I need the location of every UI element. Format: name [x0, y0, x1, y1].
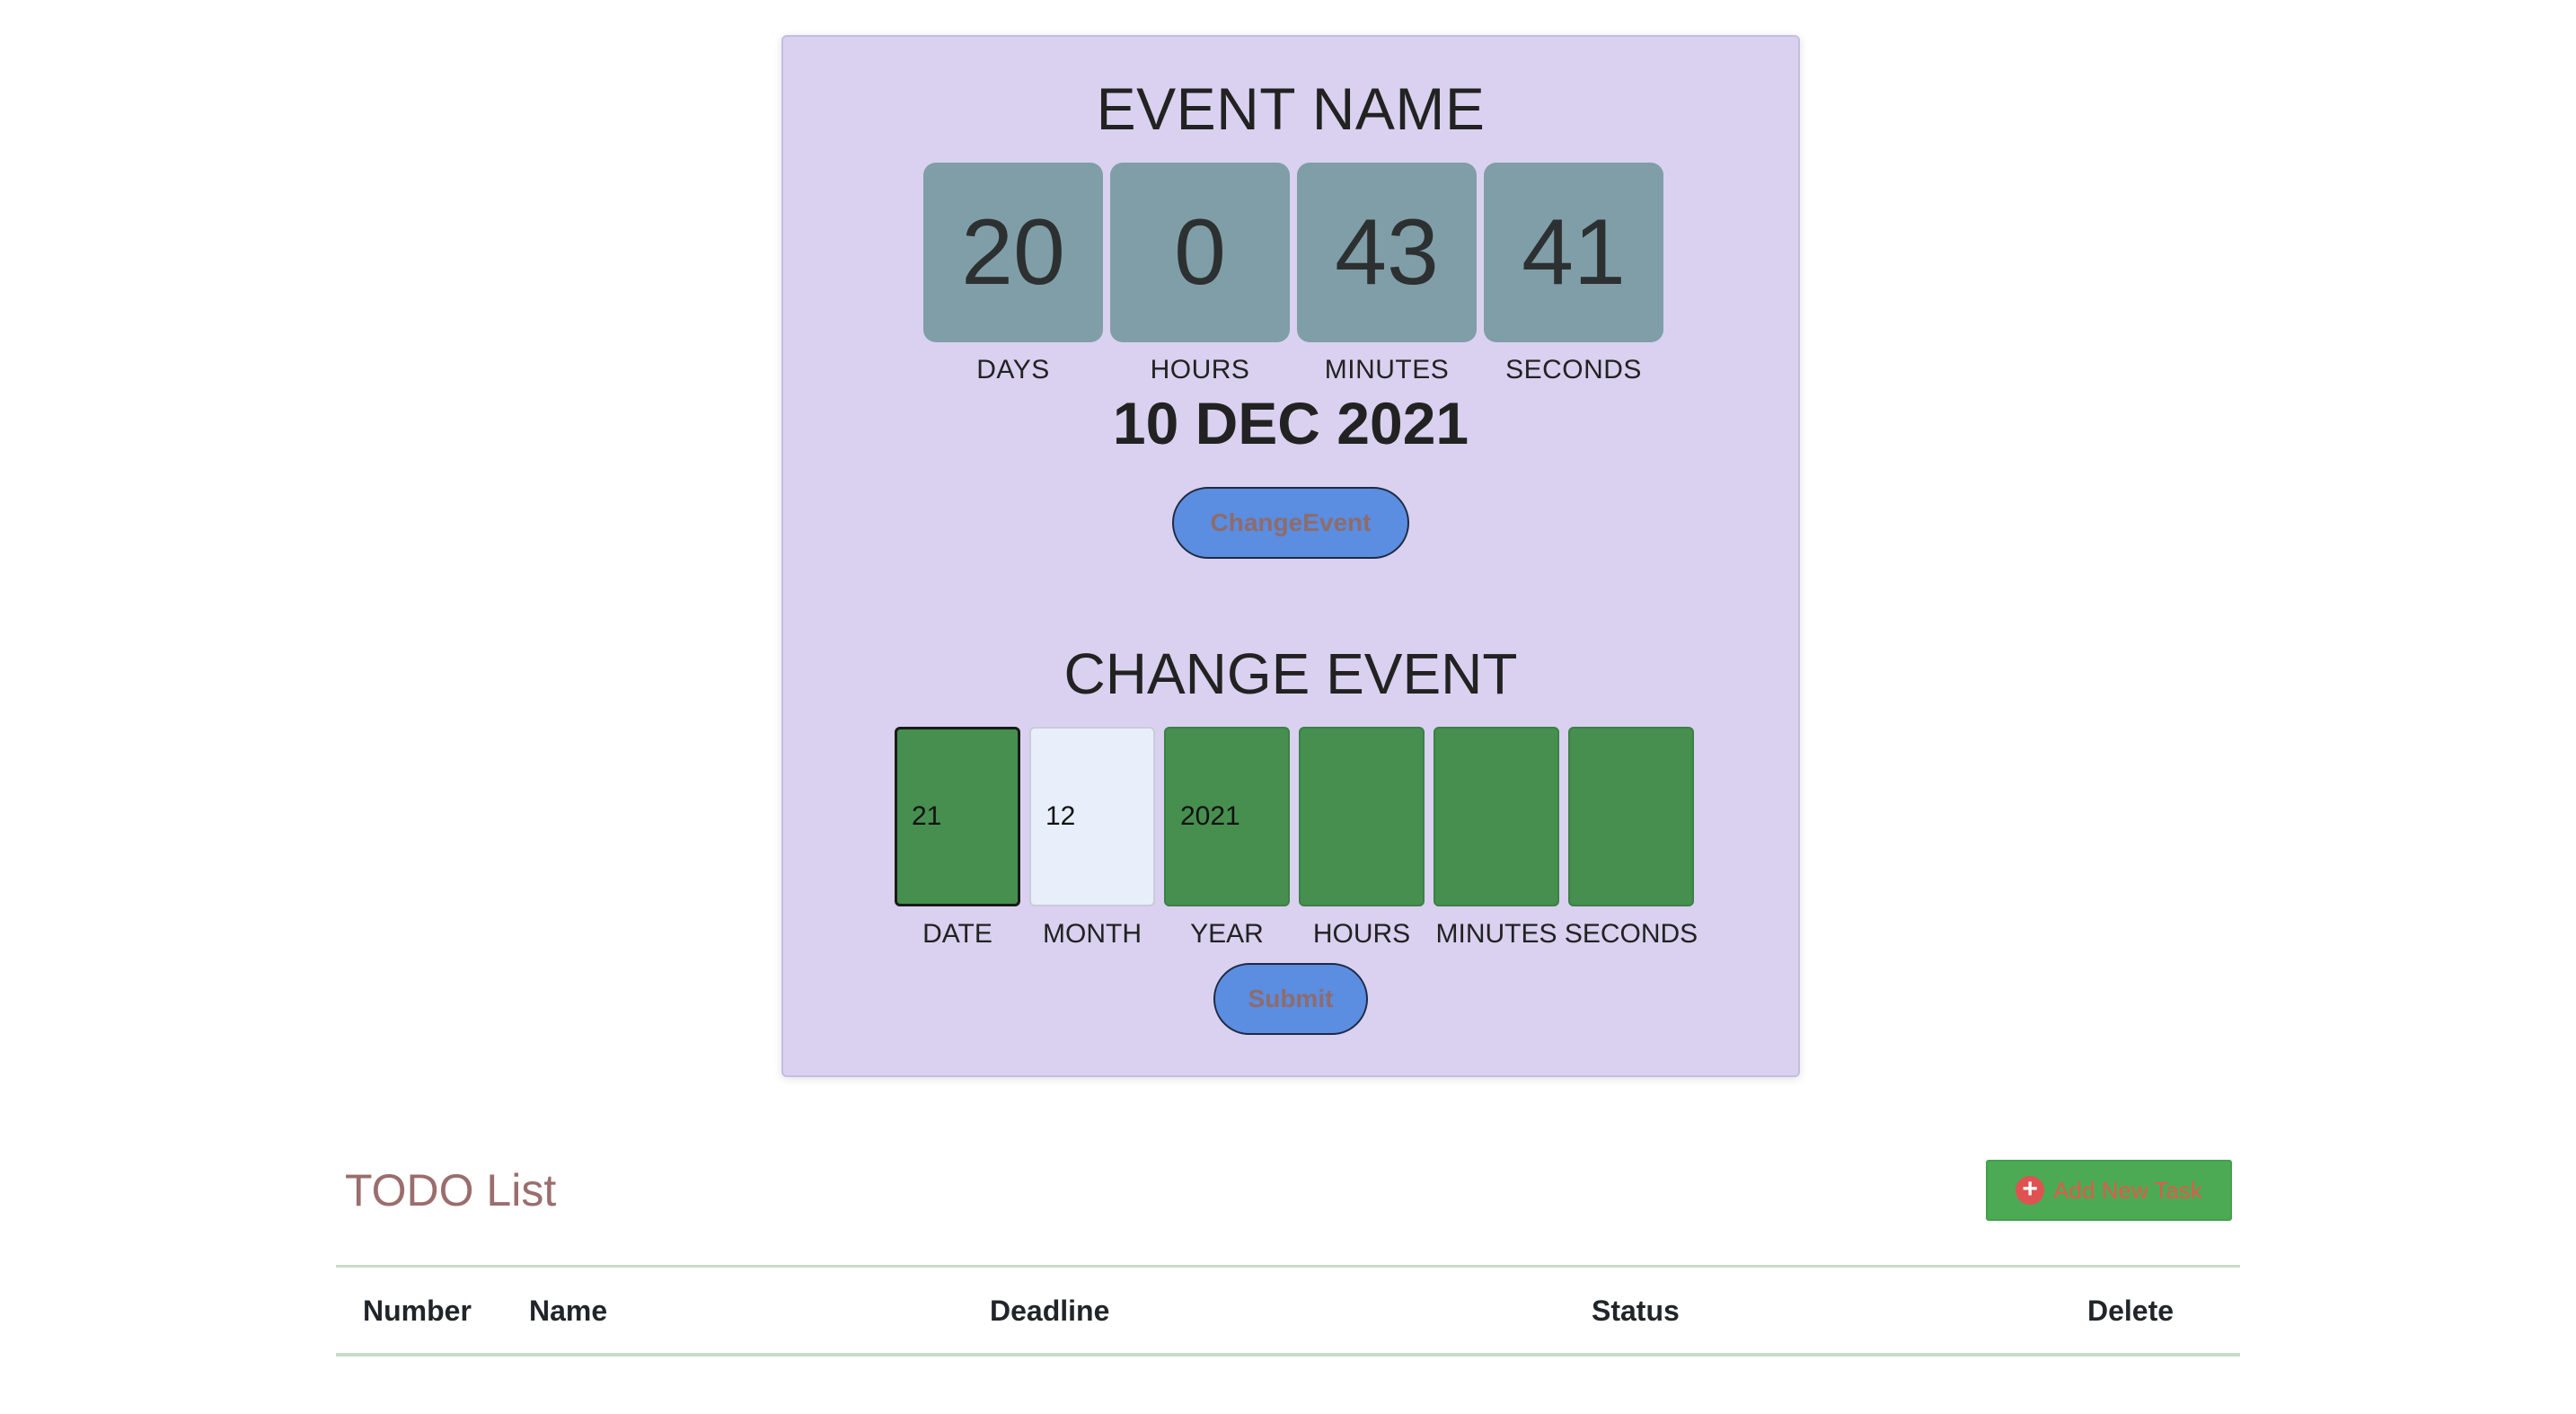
year-input-label: YEAR: [1190, 919, 1264, 949]
seconds-input-label: SECONDS: [1564, 919, 1698, 949]
date-input-label: DATE: [922, 919, 992, 949]
date-field-group: DATE: [895, 727, 1020, 950]
seconds-input[interactable]: [1568, 727, 1694, 906]
date-input[interactable]: [895, 727, 1020, 906]
days-label: DAYS: [976, 355, 1050, 384]
column-header-status: Status: [1592, 1295, 1680, 1327]
hours-label: HOURS: [1150, 355, 1250, 384]
hours-input[interactable]: [1299, 727, 1425, 906]
days-value: 20: [923, 163, 1103, 342]
minutes-input-label: MINUTES: [1435, 919, 1557, 949]
minutes-label: MINUTES: [1324, 355, 1450, 384]
todo-list-title: TODO List: [345, 1165, 557, 1215]
minutes-input[interactable]: [1434, 727, 1559, 906]
add-new-task-label: Add New Task: [2053, 1176, 2202, 1204]
countdown-hours: 0 HOURS: [1110, 163, 1290, 385]
month-input-label: MONTH: [1043, 919, 1142, 949]
month-input[interactable]: [1029, 727, 1155, 906]
year-field-group: YEAR: [1164, 727, 1290, 950]
month-field-group: MONTH: [1029, 727, 1155, 950]
year-input[interactable]: [1164, 727, 1290, 906]
change-event-button[interactable]: ChangeEvent: [1172, 487, 1409, 559]
column-header-name: Name: [529, 1295, 608, 1327]
column-header-delete: Delete: [2087, 1295, 2175, 1327]
column-header-number: Number: [363, 1295, 472, 1327]
event-name-heading: EVENT NAME: [1096, 75, 1486, 142]
event-date: 10 DEC 2021: [1112, 390, 1469, 456]
minutes-value: 43: [1297, 163, 1477, 342]
seconds-field-group: SECONDS: [1565, 727, 1698, 950]
todo-table-header: Number Name Deadline Status Delete: [336, 1265, 2240, 1357]
change-event-heading: CHANGE EVENT: [1063, 641, 1518, 706]
countdown-days: 20 DAYS: [923, 163, 1103, 385]
seconds-value: 41: [1484, 163, 1663, 342]
countdown-minutes: 43 MINUTES: [1297, 163, 1477, 385]
plus-circle-icon: +: [2016, 1176, 2045, 1205]
countdown-tiles: 20 DAYS 0 HOURS 43 MINUTES 41 SECONDS: [923, 163, 1663, 385]
hours-value: 0: [1110, 163, 1290, 342]
change-event-form: DATE MONTH YEAR HOURS MINUTES SECONDS: [895, 727, 1698, 950]
countdown-seconds: 41 SECONDS: [1484, 163, 1663, 385]
add-new-task-button[interactable]: + Add New Task: [1986, 1160, 2232, 1221]
submit-button[interactable]: Submit: [1213, 963, 1368, 1035]
hours-input-label: HOURS: [1312, 919, 1411, 949]
countdown-card: EVENT NAME 20 DAYS 0 HOURS 43 MINUTES 41…: [781, 35, 1800, 1077]
seconds-label: SECONDS: [1505, 355, 1642, 384]
hours-field-group: HOURS: [1299, 727, 1425, 950]
column-header-deadline: Deadline: [990, 1295, 1110, 1327]
minutes-field-group: MINUTES: [1434, 727, 1559, 950]
